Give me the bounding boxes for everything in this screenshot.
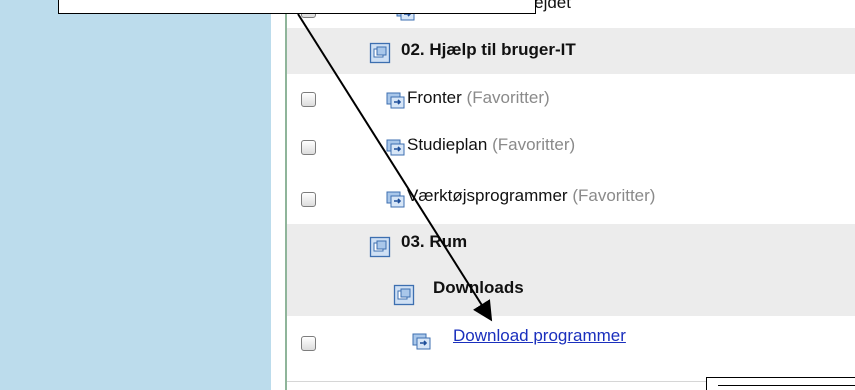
arrow-line xyxy=(297,13,493,322)
annotation-arrow xyxy=(297,13,493,322)
